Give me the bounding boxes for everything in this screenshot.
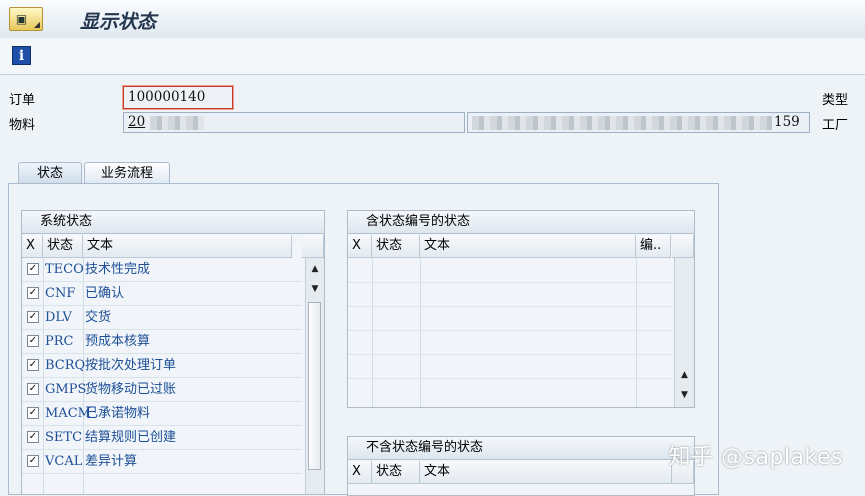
status-code: CNF: [45, 286, 76, 301]
dropdown-arrow-icon: ◢: [33, 20, 40, 29]
table-row[interactable]: ✓ GMPS 货物移动已过账: [22, 378, 302, 402]
status-code: SETC: [45, 430, 83, 445]
material-label: 物料: [9, 118, 36, 133]
checkbox-icon[interactable]: ✓: [27, 311, 39, 323]
table-row[interactable]: ✓ CNF 已确认: [22, 282, 302, 306]
column-divider: [372, 258, 373, 407]
status-code: TECO: [45, 262, 84, 277]
order-value: 100000140: [128, 89, 206, 105]
status-text: 货物移动已过账: [85, 382, 177, 397]
status-code: VCAL: [45, 454, 83, 469]
column-text[interactable]: 文本: [420, 461, 672, 484]
tab-status[interactable]: 状态: [18, 162, 82, 184]
title-bar: ▣ ◢ 显示状态: [0, 0, 865, 39]
checkbox-icon[interactable]: ✓: [27, 359, 39, 371]
plant-label: 工厂: [822, 118, 849, 133]
info-icon[interactable]: i: [12, 46, 31, 65]
checkbox-icon[interactable]: ✓: [27, 431, 39, 443]
status-without-number-title: 不含状态编号的状态: [348, 437, 694, 460]
status-text: 结算规则已创建: [85, 430, 177, 445]
status-text: 技术性完成: [85, 262, 151, 277]
status-code: PRC: [45, 334, 74, 349]
status-text: 交货: [85, 310, 112, 325]
column-number[interactable]: 编..: [636, 235, 671, 258]
status-text: 已承诺物料: [85, 406, 151, 421]
system-menu-button[interactable]: ▣ ◢: [9, 7, 43, 31]
redacted-material: [150, 116, 204, 130]
redacted-description: [472, 116, 772, 130]
table-row[interactable]: ✓ PRC 预成本核算: [22, 330, 302, 354]
scroll-down-icon[interactable]: ▼: [306, 280, 324, 298]
checkbox-icon[interactable]: ✓: [27, 335, 39, 347]
row-line: [348, 378, 672, 379]
tab-business-process[interactable]: 业务流程: [84, 162, 170, 184]
material-value: 20: [128, 114, 146, 130]
column-config-button[interactable]: [672, 235, 694, 258]
column-status[interactable]: 状态: [372, 235, 420, 258]
checkbox-icon[interactable]: ✓: [27, 455, 39, 467]
status-with-number-title: 含状态编号的状态: [348, 211, 694, 234]
material-field[interactable]: 20: [123, 112, 465, 133]
order-label: 订单: [9, 93, 36, 108]
status-text: 差异计算: [85, 454, 138, 469]
status-without-number-group: 不含状态编号的状态 X 状态 文本: [347, 436, 695, 496]
scrollbar-thumb[interactable]: [308, 302, 321, 470]
table-row[interactable]: ✓ DLV 交货: [22, 306, 302, 330]
table-row[interactable]: ✓ BCRQ 按批次处理订单: [22, 354, 302, 378]
page-title: 显示状态: [80, 11, 157, 33]
status-code: BCRQ: [45, 358, 86, 373]
vertical-scrollbar[interactable]: ▲ ▼: [674, 258, 694, 407]
system-status-rows: ✓ TECO 技术性完成 ✓ CNF 已确认 ✓ DLV 交货 ✓ PRC 预成…: [22, 258, 302, 496]
status-text: 预成本核算: [85, 334, 151, 349]
row-line: [348, 330, 672, 331]
order-field[interactable]: 100000140: [122, 85, 234, 110]
column-divider: [636, 258, 637, 407]
column-divider: [420, 258, 421, 407]
column-x[interactable]: X: [348, 235, 372, 258]
system-status-title: 系统状态: [22, 211, 324, 234]
column-text[interactable]: 文本: [83, 235, 292, 258]
status-with-number-group: 含状态编号的状态 X 状态 文本 编.. ▲ ▼: [347, 210, 695, 408]
scroll-up-icon[interactable]: ▲: [675, 366, 694, 384]
checkbox-icon[interactable]: ✓: [27, 407, 39, 419]
status-text: 已确认: [85, 286, 125, 301]
column-config-button[interactable]: [302, 235, 324, 258]
table-row[interactable]: ✓ VCAL 差异计算: [22, 450, 302, 474]
type-label: 类型: [822, 93, 849, 108]
table-row[interactable]: ✓ TECO 技术性完成: [22, 258, 302, 282]
column-status[interactable]: 状态: [372, 461, 420, 484]
table-row[interactable]: ✓ MACM 已承诺物料: [22, 402, 302, 426]
column-x[interactable]: X: [348, 461, 372, 484]
scroll-up-icon[interactable]: ▲: [306, 260, 324, 278]
scroll-down-icon[interactable]: ▼: [675, 386, 694, 404]
application-toolbar: i: [0, 38, 865, 75]
status-text: 按批次处理订单: [85, 358, 177, 373]
watermark: 知乎 @saplakes: [668, 445, 843, 470]
checkbox-icon[interactable]: ✓: [27, 287, 39, 299]
column-x[interactable]: X: [22, 235, 43, 258]
column-text[interactable]: 文本: [420, 235, 636, 258]
material-description-field: 159: [467, 112, 810, 133]
table-row[interactable]: ✓ SETC 结算规则已创建: [22, 426, 302, 450]
checkbox-icon[interactable]: ✓: [27, 383, 39, 395]
vertical-scrollbar[interactable]: ▲ ▼: [305, 258, 324, 494]
row-line: [348, 306, 672, 307]
row-line: [348, 354, 672, 355]
menu-icon: ▣: [15, 12, 28, 26]
checkbox-icon[interactable]: ✓: [27, 263, 39, 275]
system-status-group: 系统状态 X 状态 文本 ✓ TECO 技术性完成 ✓ CNF 已确认 ✓ DL…: [21, 210, 325, 495]
row-line: [348, 282, 672, 283]
status-code: GMPS: [45, 382, 87, 397]
column-status[interactable]: 状态: [43, 235, 83, 258]
material-desc-suffix: 159: [774, 114, 800, 130]
status-code: DLV: [45, 310, 72, 325]
